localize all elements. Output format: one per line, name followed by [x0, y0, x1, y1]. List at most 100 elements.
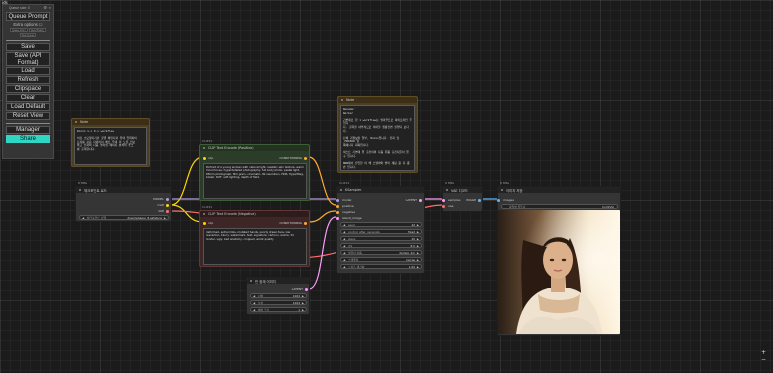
arrow-right-icon[interactable]: ▶	[417, 258, 419, 261]
model-output-dot[interactable]	[166, 198, 169, 201]
vae-output-dot[interactable]	[166, 210, 169, 213]
view-queue-button[interactable]: View Queue	[19, 33, 37, 37]
conditioning-output-dot[interactable]	[304, 222, 307, 225]
arrow-right-icon[interactable]: ▶	[417, 244, 419, 247]
queue-prompt-button[interactable]: Queue Prompt	[6, 12, 50, 21]
arrow-left-icon[interactable]: ◀	[343, 237, 345, 240]
generated-image-preview[interactable]	[498, 210, 620, 334]
negative-input-dot[interactable]	[336, 211, 339, 214]
zoom-out-button[interactable]: −	[761, 356, 766, 363]
arrow-right-icon[interactable]: ▶	[302, 294, 304, 297]
arrow-right-icon[interactable]: ▶	[302, 308, 304, 311]
arrow-right-icon[interactable]: ▶	[417, 223, 419, 226]
control-after-generate-widget[interactable]: ◀ control_after_generate fixed ▶	[340, 229, 422, 234]
note-node-left[interactable]: Note Dnnnn 1.x 0.x workflow 이것 손모양지기만 출텔…	[71, 118, 150, 167]
clip-input-label: clip	[208, 221, 214, 225]
arrow-left-icon[interactable]: ◀	[253, 308, 255, 311]
arrow-left-icon[interactable]: ◀	[253, 294, 255, 297]
arrow-right-icon[interactable]: ▶	[164, 216, 166, 219]
node-title[interactable]: CLIP Text Encode (Negative)	[200, 211, 309, 217]
widget-value: karras	[406, 258, 415, 262]
latent-input-dot[interactable]	[336, 217, 339, 220]
conditioning-output-dot[interactable]	[304, 157, 307, 160]
latent-output-dot[interactable]	[305, 288, 308, 291]
batch-size-widget[interactable]: ◀ 배치 크기 1 ▶	[250, 307, 307, 312]
node-title[interactable]: 빈 잠재 이미지	[247, 278, 309, 284]
vae-decode-node[interactable]: 8 MBs VAE 디코드 samples vae IMAGE	[442, 181, 483, 212]
widget-label: seed	[348, 223, 355, 227]
clear-button[interactable]: Clear	[6, 94, 50, 102]
empty-latent-node[interactable]: 빈 잠재 이미지 LATENT ◀ 너비 1024 ▶ ◀ 높이 1024 ▶ ◀ 배치 크기…	[246, 277, 310, 315]
steps-widget[interactable]: ◀ steps 20 ▶	[340, 236, 422, 241]
arrow-right-icon[interactable]: ▶	[417, 251, 419, 254]
filename-prefix-input[interactable]: 파일명 접두사 ComfyUI	[501, 204, 618, 209]
clipspace-button[interactable]: Clipspace	[6, 85, 50, 93]
node-title[interactable]: KSampler	[337, 187, 424, 193]
menu-divider-2	[6, 123, 50, 124]
images-input-dot[interactable]	[497, 199, 500, 202]
load-default-button[interactable]: Load Default	[6, 103, 50, 111]
node-title[interactable]: Note	[338, 97, 417, 103]
node-title[interactable]: 체크포인트 로드	[76, 187, 171, 193]
node-title[interactable]: Note	[72, 119, 149, 125]
arrow-left-icon[interactable]: ◀	[343, 223, 345, 226]
arrow-left-icon[interactable]: ◀	[343, 251, 345, 254]
share-button[interactable]: Share	[6, 135, 50, 143]
note-node-right[interactable]: Note Rename: Worker 기본제로 한 1 workflow는 필…	[337, 96, 418, 173]
manager-button[interactable]: Manager	[6, 126, 50, 134]
arrow-left-icon[interactable]: ◀	[82, 216, 84, 219]
view-history-button[interactable]: View History	[28, 28, 46, 32]
clip-input-dot[interactable]	[203, 222, 206, 225]
arrow-left-icon[interactable]: ◀	[343, 230, 345, 233]
queue-front-button[interactable]: Queue Front	[10, 28, 28, 32]
arrow-right-icon[interactable]: ▶	[417, 237, 419, 240]
node-id-label: 8 MBs	[445, 181, 455, 185]
checkpoint-loader-node[interactable]: 8 MBs 체크포인트 로드 MODEL CLIP VAE ◀ 체크포인트 모델…	[75, 181, 172, 222]
arrow-left-icon[interactable]: ◀	[343, 258, 345, 261]
image-output-dot[interactable]	[478, 199, 481, 202]
arrow-right-icon[interactable]: ▶	[302, 301, 304, 304]
gear-icon[interactable]: ⚙	[43, 5, 47, 10]
portrait-image	[498, 210, 620, 334]
latent-output-dot[interactable]	[419, 199, 422, 202]
clip-output-dot[interactable]	[166, 204, 169, 207]
note-text[interactable]: Dnnnn 1.x 0.x workflow 이것 손모양지기만 출텔 체인지과…	[74, 127, 147, 165]
ksampler-node[interactable]: CLIP14 KSampler model positive negative …	[336, 181, 425, 274]
node-title[interactable]: VAE 디코드	[443, 187, 482, 193]
sampler-name-widget[interactable]: ◀ 샘플러 이름 dpmpp_2m ▶	[340, 250, 422, 255]
arrow-left-icon[interactable]: ◀	[253, 301, 255, 304]
queue-tiny-row: Queue Front View History	[3, 28, 53, 32]
vae-input-dot[interactable]	[442, 205, 445, 208]
load-button[interactable]: Load	[6, 67, 50, 75]
cfg-widget[interactable]: ◀ cfg 8.0 ▶	[340, 243, 422, 248]
node-title[interactable]: 이미지 저장	[498, 187, 620, 193]
positive-input-dot[interactable]	[336, 205, 339, 208]
save-api-button[interactable]: Save (API Format)	[6, 52, 50, 66]
checkpoint-select[interactable]: ◀ 체크포인트 모델 dreamshaper_8.safetens ▶	[79, 215, 169, 220]
arrow-right-icon[interactable]: ▶	[417, 230, 419, 233]
save-button[interactable]: Save	[6, 43, 50, 51]
node-title[interactable]: CLIP Text Encode (Positive)	[200, 145, 309, 151]
width-widget[interactable]: ◀ 너비 1024 ▶	[250, 293, 307, 298]
height-widget[interactable]: ◀ 높이 1024 ▶	[250, 300, 307, 305]
scheduler-widget[interactable]: ◀ 스케줄러 karras ▶	[340, 257, 422, 262]
refresh-button[interactable]: Refresh	[6, 76, 50, 84]
clip-positive-node[interactable]: CLIP11 CLIP Text Encode (Positive) clip …	[199, 139, 310, 201]
extra-options-toggle[interactable]: Extra options ☐	[3, 22, 53, 27]
note-text[interactable]: Rename: Worker 기본제로 한 1 workflow는 필라우트로 …	[340, 105, 415, 171]
prompt-textarea[interactable]: Portrait of a young woman with natural l…	[203, 163, 307, 199]
seed-widget[interactable]: ◀ seed 42 ▶	[340, 222, 422, 227]
samples-input-dot[interactable]	[442, 199, 445, 202]
zoom-in-button[interactable]: +	[761, 349, 766, 356]
prompt-textarea[interactable]: deformed, extra limbs, mutated hands, po…	[203, 228, 307, 265]
model-input-dot[interactable]	[336, 199, 339, 202]
close-icon[interactable]: ×	[49, 5, 51, 10]
reset-view-button[interactable]: Reset View	[6, 112, 50, 120]
clip-input-dot[interactable]	[203, 157, 206, 160]
widget-value: 8.0	[410, 244, 415, 248]
arrow-right-icon[interactable]: ▶	[417, 265, 419, 268]
denoise-widget[interactable]: ◀ 노이즈 제거량 1.00 ▶	[340, 264, 422, 269]
clip-negative-node[interactable]: CLIP11 CLIP Text Encode (Negative) clip …	[199, 205, 310, 267]
arrow-left-icon[interactable]: ◀	[343, 244, 345, 247]
arrow-left-icon[interactable]: ◀	[343, 265, 345, 268]
